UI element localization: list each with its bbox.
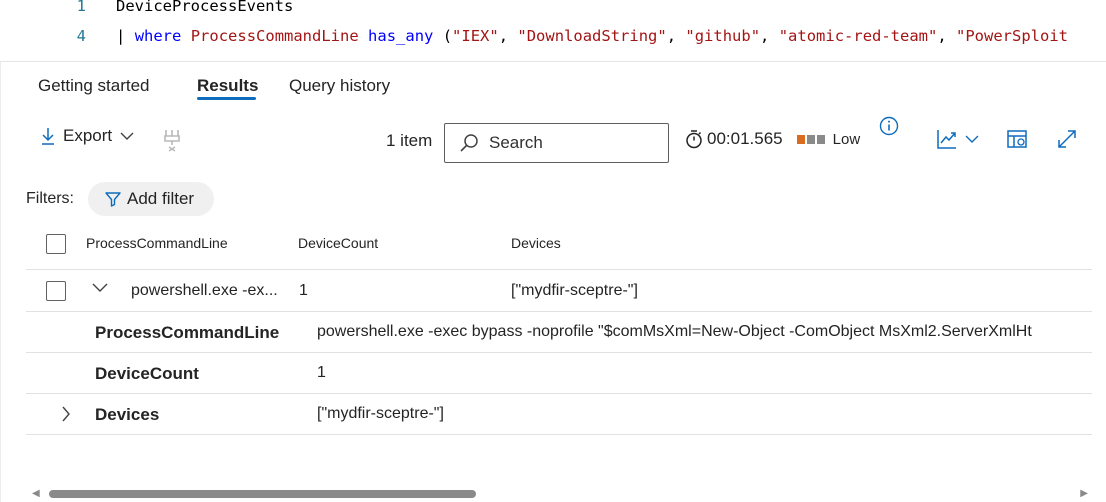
detail-value: 1 <box>317 364 326 381</box>
code-comma: , <box>937 27 957 45</box>
performance-meter-icon <box>796 134 825 144</box>
detail-label: DeviceCount <box>95 364 199 383</box>
table-settings-icon <box>1007 130 1027 148</box>
expand-icon <box>1058 130 1076 148</box>
chart-type-button[interactable] <box>936 128 979 150</box>
filter-icon <box>105 192 121 207</box>
detail-row-processcommandline: ProcessCommandLine powershell.exe -exec … <box>26 312 1092 353</box>
search-input[interactable] <box>489 133 649 153</box>
export-label: Export <box>63 126 113 145</box>
search-icon <box>460 134 478 152</box>
results-toolbar: Export 1 item 00:01.565 Low <box>0 112 1106 168</box>
performance-label: Low <box>832 130 861 148</box>
tab-query-history[interactable]: Query history <box>289 76 390 96</box>
table-header: ProcessCommandLine DeviceCount Devices <box>26 224 1092 270</box>
detail-value: ["mydfir-sceptre-"] <box>317 405 444 422</box>
code-line-1[interactable]: 1 DeviceProcessEvents <box>0 0 1106 25</box>
chevron-down-icon <box>965 135 979 143</box>
search-box[interactable] <box>444 123 669 163</box>
chevron-down-icon[interactable] <box>92 283 108 293</box>
code-operator: has_any <box>368 27 434 45</box>
code-keyword: where <box>134 27 182 45</box>
code-string: "IEX" <box>452 27 499 45</box>
add-filter-label: Add filter <box>127 189 195 208</box>
column-header-devices[interactable]: Devices <box>511 235 561 251</box>
scroll-right-icon[interactable]: ▶ <box>1080 488 1088 499</box>
code-pipe: | <box>116 27 126 45</box>
duration-value: 00:01.565 <box>707 129 783 148</box>
stopwatch-icon <box>686 130 702 149</box>
unplug-icon <box>164 130 180 152</box>
detail-row-devices[interactable]: Devices ["mydfir-sceptre-"] <box>26 394 1092 435</box>
query-duration: 00:01.565 Low <box>685 129 860 149</box>
detail-label: ProcessCommandLine <box>95 323 280 342</box>
chevron-right-icon[interactable] <box>61 406 71 422</box>
disconnect-button[interactable] <box>162 128 182 152</box>
line-number: 4 <box>76 27 86 45</box>
line-number: 1 <box>76 0 86 15</box>
info-icon <box>879 116 899 136</box>
code-paren: ( <box>442 27 453 45</box>
item-count: 1 item <box>386 131 433 150</box>
add-filter-button[interactable]: Add filter <box>88 182 214 216</box>
result-tabs: Getting started Results Query history <box>0 62 1106 106</box>
perf-bar <box>806 134 815 144</box>
code-string: "github" <box>685 27 761 45</box>
chevron-down-icon <box>120 132 134 140</box>
column-header-processcommandline[interactable]: ProcessCommandLine <box>86 235 228 251</box>
table-row[interactable]: powershell.exe -ex... 1 ["mydfir-sceptre… <box>26 270 1092 312</box>
code-string: "DownloadString" <box>517 27 667 45</box>
expand-button[interactable] <box>1056 128 1078 150</box>
active-tab-indicator <box>197 97 256 100</box>
export-button[interactable]: Export <box>40 126 134 146</box>
code-comma: , <box>666 27 686 45</box>
detail-row-devicecount: DeviceCount 1 <box>26 353 1092 394</box>
cell-processcommandline: powershell.exe -ex... <box>131 282 278 299</box>
code-string: "PowerSploit <box>956 27 1068 45</box>
code-line-4[interactable]: 4 | where ProcessCommandLine has_any ("I… <box>0 27 1106 55</box>
detail-value: powershell.exe -exec bypass -noprofile "… <box>317 323 1032 340</box>
cell-devicecount: 1 <box>299 282 308 299</box>
filters-bar: Filters: Add filter <box>26 182 214 216</box>
code-comma: , <box>760 27 779 45</box>
column-header-devicecount[interactable]: DeviceCount <box>298 235 378 251</box>
filters-label: Filters: <box>26 190 74 207</box>
cell-devices: ["mydfir-sceptre-"] <box>511 282 638 299</box>
performance-info-button[interactable] <box>879 116 899 136</box>
code-string: "atomic-red-team" <box>778 27 938 45</box>
scrollbar-thumb[interactable] <box>49 490 476 498</box>
tab-results[interactable]: Results <box>197 76 258 96</box>
line-chart-icon <box>937 130 956 149</box>
query-editor[interactable]: 1 DeviceProcessEvents 4 | where ProcessC… <box>0 0 1106 62</box>
select-all-checkbox[interactable] <box>46 234 66 254</box>
tab-getting-started[interactable]: Getting started <box>38 76 150 96</box>
code-comma: , <box>498 27 518 45</box>
customize-columns-button[interactable] <box>1006 128 1028 150</box>
code-column: ProcessCommandLine <box>190 27 359 45</box>
code-text: DeviceProcessEvents <box>116 0 294 15</box>
row-checkbox[interactable] <box>46 281 66 301</box>
detail-label: Devices <box>95 405 160 424</box>
code-text: | where ProcessCommandLine has_any ("IEX… <box>116 27 1068 45</box>
scroll-left-icon[interactable]: ◀ <box>32 488 40 499</box>
perf-bar <box>816 134 825 144</box>
horizontal-scrollbar[interactable]: ◀ ▶ <box>28 486 1092 500</box>
perf-bar <box>796 134 805 144</box>
download-icon <box>42 128 54 145</box>
